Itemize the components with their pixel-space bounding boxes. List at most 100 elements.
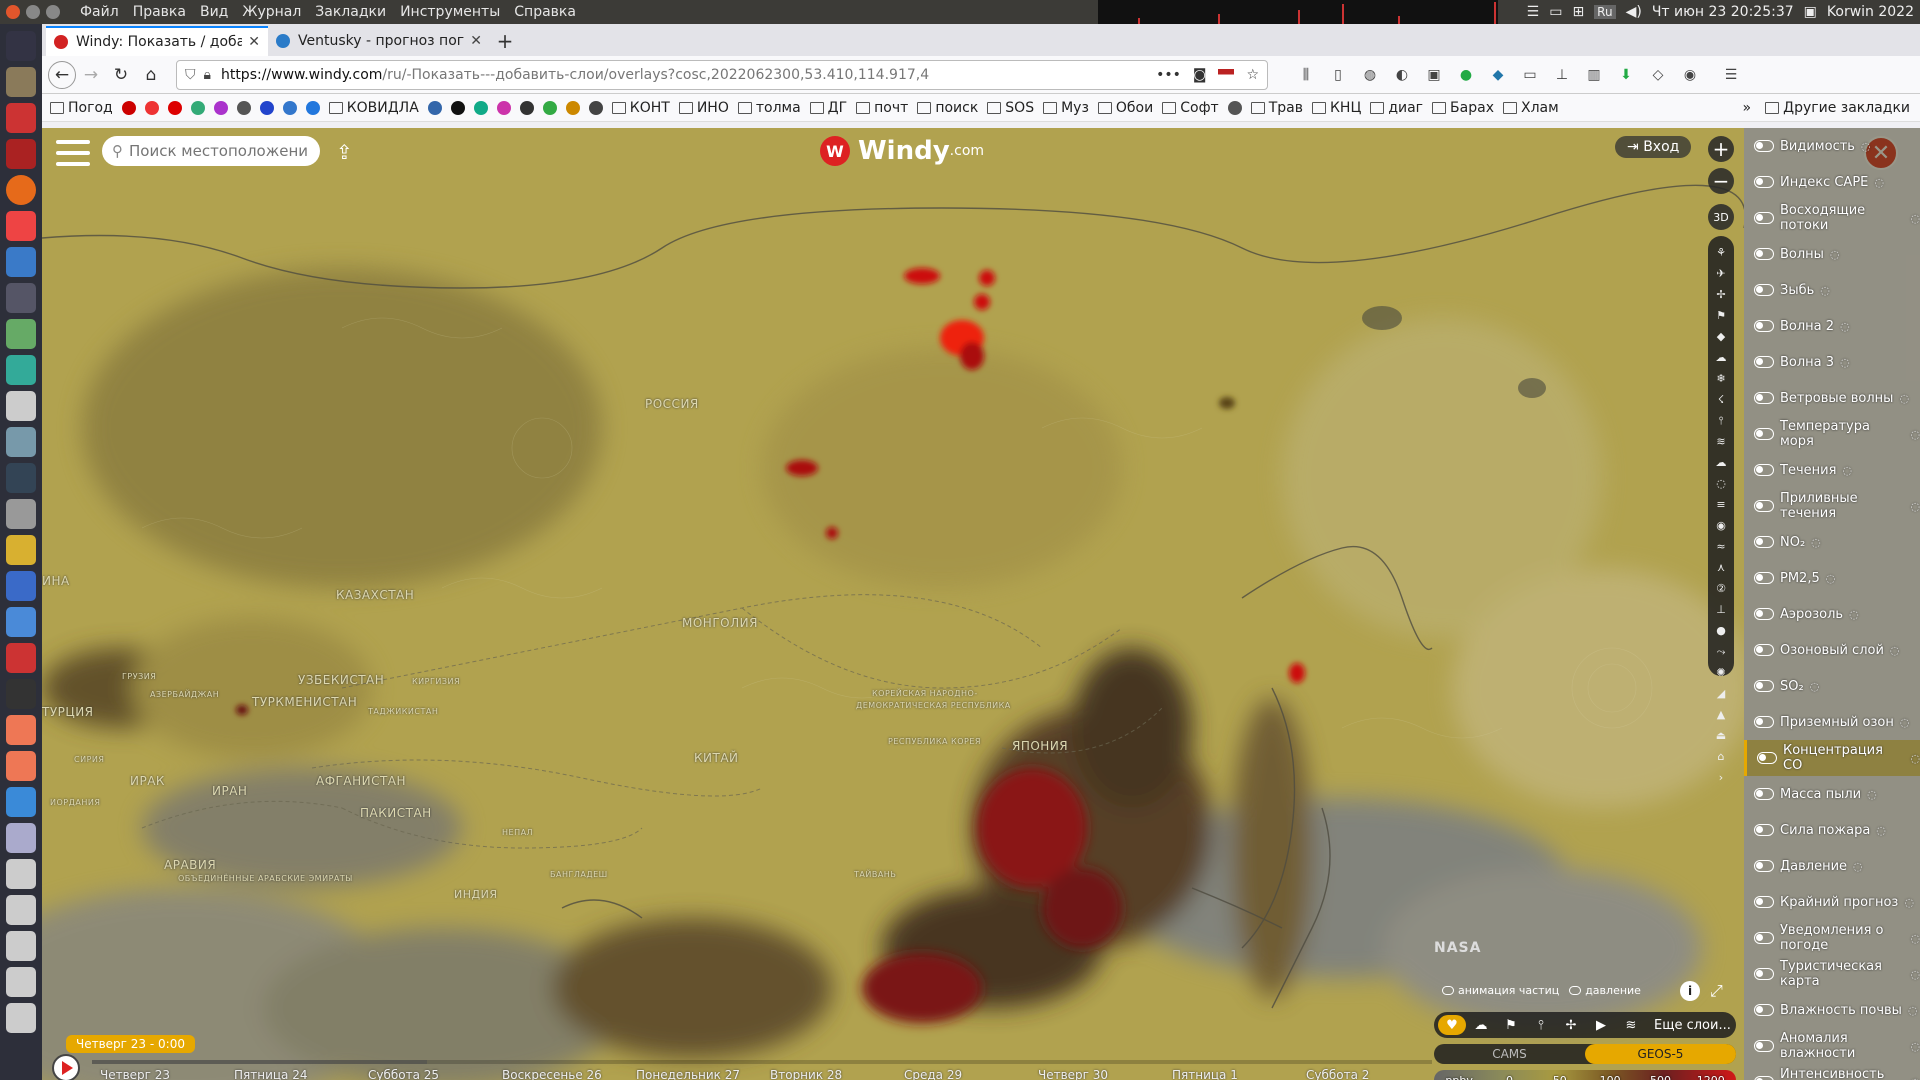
app-icon[interactable] [6, 463, 36, 493]
layer-toggle[interactable] [1754, 176, 1774, 188]
layer-item[interactable]: SO₂ ◌ [1744, 668, 1920, 704]
software-icon[interactable] [6, 715, 36, 745]
zoom-in-button[interactable]: + [1708, 136, 1734, 162]
app-icon[interactable] [6, 427, 36, 457]
tools-icon[interactable] [6, 283, 36, 313]
eye-icon[interactable]: ◉ [1716, 515, 1726, 536]
star-icon[interactable]: ☆ [1246, 67, 1259, 83]
account-icon[interactable]: ◉ [1679, 64, 1701, 86]
bookmark-folder[interactable]: SOS [987, 100, 1034, 116]
bookmark-folder[interactable]: Трав [1250, 100, 1303, 116]
drive-icon[interactable]: ▭ [1549, 4, 1562, 20]
bookmark-folder[interactable]: КОВИДЛА [328, 100, 419, 116]
fullscreen-icon[interactable]: ⤢ [1710, 981, 1723, 1001]
camera-icon[interactable]: ▶ [1586, 1018, 1616, 1033]
flag-icon[interactable]: ⚑ [1716, 305, 1726, 326]
url-text[interactable]: https://www.windy.com/ru/-Показать---доб… [221, 67, 1148, 83]
bookmark-folder[interactable]: Хлам [1502, 100, 1559, 116]
wave-icon[interactable]: ≋ [1716, 431, 1725, 452]
hurricane-icon[interactable]: ✢ [1556, 1018, 1586, 1033]
dash-icon[interactable] [6, 31, 36, 61]
network-icon[interactable]: ⊞ [1572, 4, 1584, 20]
tab-ventusky[interactable]: Ventusky - прогноз пого ✕ [268, 26, 490, 56]
drive-icon[interactable] [6, 967, 36, 997]
app-icon[interactable] [6, 787, 36, 817]
wind-icon[interactable]: ⚘ [1716, 242, 1726, 263]
layer-item[interactable]: Течения ◌ [1744, 452, 1920, 488]
layer-item[interactable]: Сила пожара ◌ [1744, 812, 1920, 848]
bookmark-item[interactable] [121, 100, 136, 115]
back-button[interactable]: ← [48, 60, 76, 89]
minimize-window-icon[interactable] [26, 5, 40, 19]
terminal-icon[interactable] [6, 679, 36, 709]
layer-item[interactable]: Волна 2 ◌ [1744, 308, 1920, 344]
layer-toggle[interactable] [1754, 500, 1774, 512]
shield-icon[interactable]: ⛉ [185, 67, 196, 83]
view-3d-button[interactable]: 3D [1708, 204, 1734, 230]
layer-item[interactable]: Крайний прогноз ◌ [1744, 884, 1920, 920]
app-icon[interactable] [6, 643, 36, 673]
bookmark-folder[interactable]: Обои [1097, 100, 1153, 116]
user-name[interactable]: Korwin 2022 [1827, 4, 1914, 20]
layer-toggle[interactable] [1754, 356, 1774, 368]
layer-toggle[interactable] [1754, 464, 1774, 476]
layer-toggle[interactable] [1754, 680, 1774, 692]
forward-button[interactable]: → [76, 60, 106, 90]
bookmark-item[interactable] [588, 100, 603, 115]
particles-toggle[interactable] [1442, 986, 1454, 995]
other-bookmarks[interactable]: » Другие закладки [1743, 100, 1910, 116]
user-icon[interactable]: ▣ [1804, 4, 1817, 20]
extension-icon[interactable]: ◇ [1647, 64, 1669, 86]
menu-icon[interactable]: ☰ [1720, 64, 1742, 86]
layer-item[interactable]: Приливные течения ◌ [1744, 488, 1920, 524]
extension-icon[interactable]: ⊥ [1551, 64, 1573, 86]
bookmark-folder[interactable]: ИНО [678, 100, 729, 116]
chevron-right-icon[interactable]: › [1719, 767, 1723, 788]
layer-item[interactable]: Приземный озон ◌ [1744, 704, 1920, 740]
reload-button[interactable]: ↻ [106, 60, 136, 90]
bookmark-item[interactable] [305, 100, 320, 115]
app-icon[interactable] [6, 571, 36, 601]
cloud-icon[interactable]: ☁ [1716, 452, 1727, 473]
bookmark-item[interactable] [282, 100, 297, 115]
layer-toggle[interactable] [1754, 1040, 1774, 1052]
layer-item[interactable]: Индекс CAPE ◌ [1744, 164, 1920, 200]
timeline-day[interactable]: Среда 29 [904, 1068, 962, 1080]
volume-icon[interactable]: ◀) [1626, 4, 1642, 20]
new-tab-button[interactable]: + [490, 26, 520, 56]
layer-item[interactable]: Уведомления о погоде ◌ [1744, 920, 1920, 956]
app-icon[interactable] [6, 391, 36, 421]
timeline-day[interactable]: Суббота 25 [368, 1068, 439, 1080]
info-icon[interactable]: i [1680, 981, 1700, 1001]
layer-item[interactable]: PM2,5 ◌ [1744, 560, 1920, 596]
favorites-heart-icon[interactable]: ♥ [1438, 1015, 1466, 1035]
layer-toggle[interactable] [1754, 608, 1774, 620]
sun-icon[interactable]: ✺ [1716, 662, 1725, 683]
bookmark-folder[interactable]: почт [856, 100, 908, 116]
extension-icon[interactable]: ◍ [1359, 64, 1381, 86]
layer-toggle[interactable] [1754, 212, 1774, 224]
layer-item[interactable]: Восходящие потоки ◌ [1744, 200, 1920, 236]
cloud-icon[interactable]: ◌ [1716, 473, 1726, 494]
bookmark-folder[interactable]: Софт [1162, 100, 1219, 116]
timeline-bar[interactable] [92, 1060, 1432, 1064]
layer-item[interactable]: Давление ◌ [1744, 848, 1920, 884]
volcano-icon[interactable]: ◢ [1717, 683, 1725, 704]
bookmark-folder[interactable]: поиск [917, 100, 978, 116]
hurricane-icon[interactable]: ☇ [1718, 389, 1724, 410]
timeline-day[interactable]: Пятница 1 [1172, 1068, 1238, 1080]
drive-icon[interactable] [6, 931, 36, 961]
layer-item[interactable]: Аномалия влажности ◌ [1744, 1028, 1920, 1064]
timeline-day[interactable]: Вторник 28 [770, 1068, 842, 1080]
layer-toggle[interactable] [1754, 644, 1774, 656]
timeline-day[interactable]: Четверг 30 [1038, 1068, 1108, 1080]
aerosol-icon[interactable]: ⤳ [1717, 641, 1726, 662]
tab-windy[interactable]: Windy: Показать / доба ✕ [46, 26, 268, 56]
layer-toggle[interactable] [1754, 572, 1774, 584]
download-icon[interactable]: ⬇ [1615, 64, 1637, 86]
drive-icon[interactable] [6, 859, 36, 889]
lock-icon[interactable]: 🔒︎ [204, 67, 211, 83]
layer-toggle[interactable] [1757, 752, 1777, 764]
document-icon[interactable] [6, 247, 36, 277]
layer-toggle[interactable] [1754, 320, 1774, 332]
